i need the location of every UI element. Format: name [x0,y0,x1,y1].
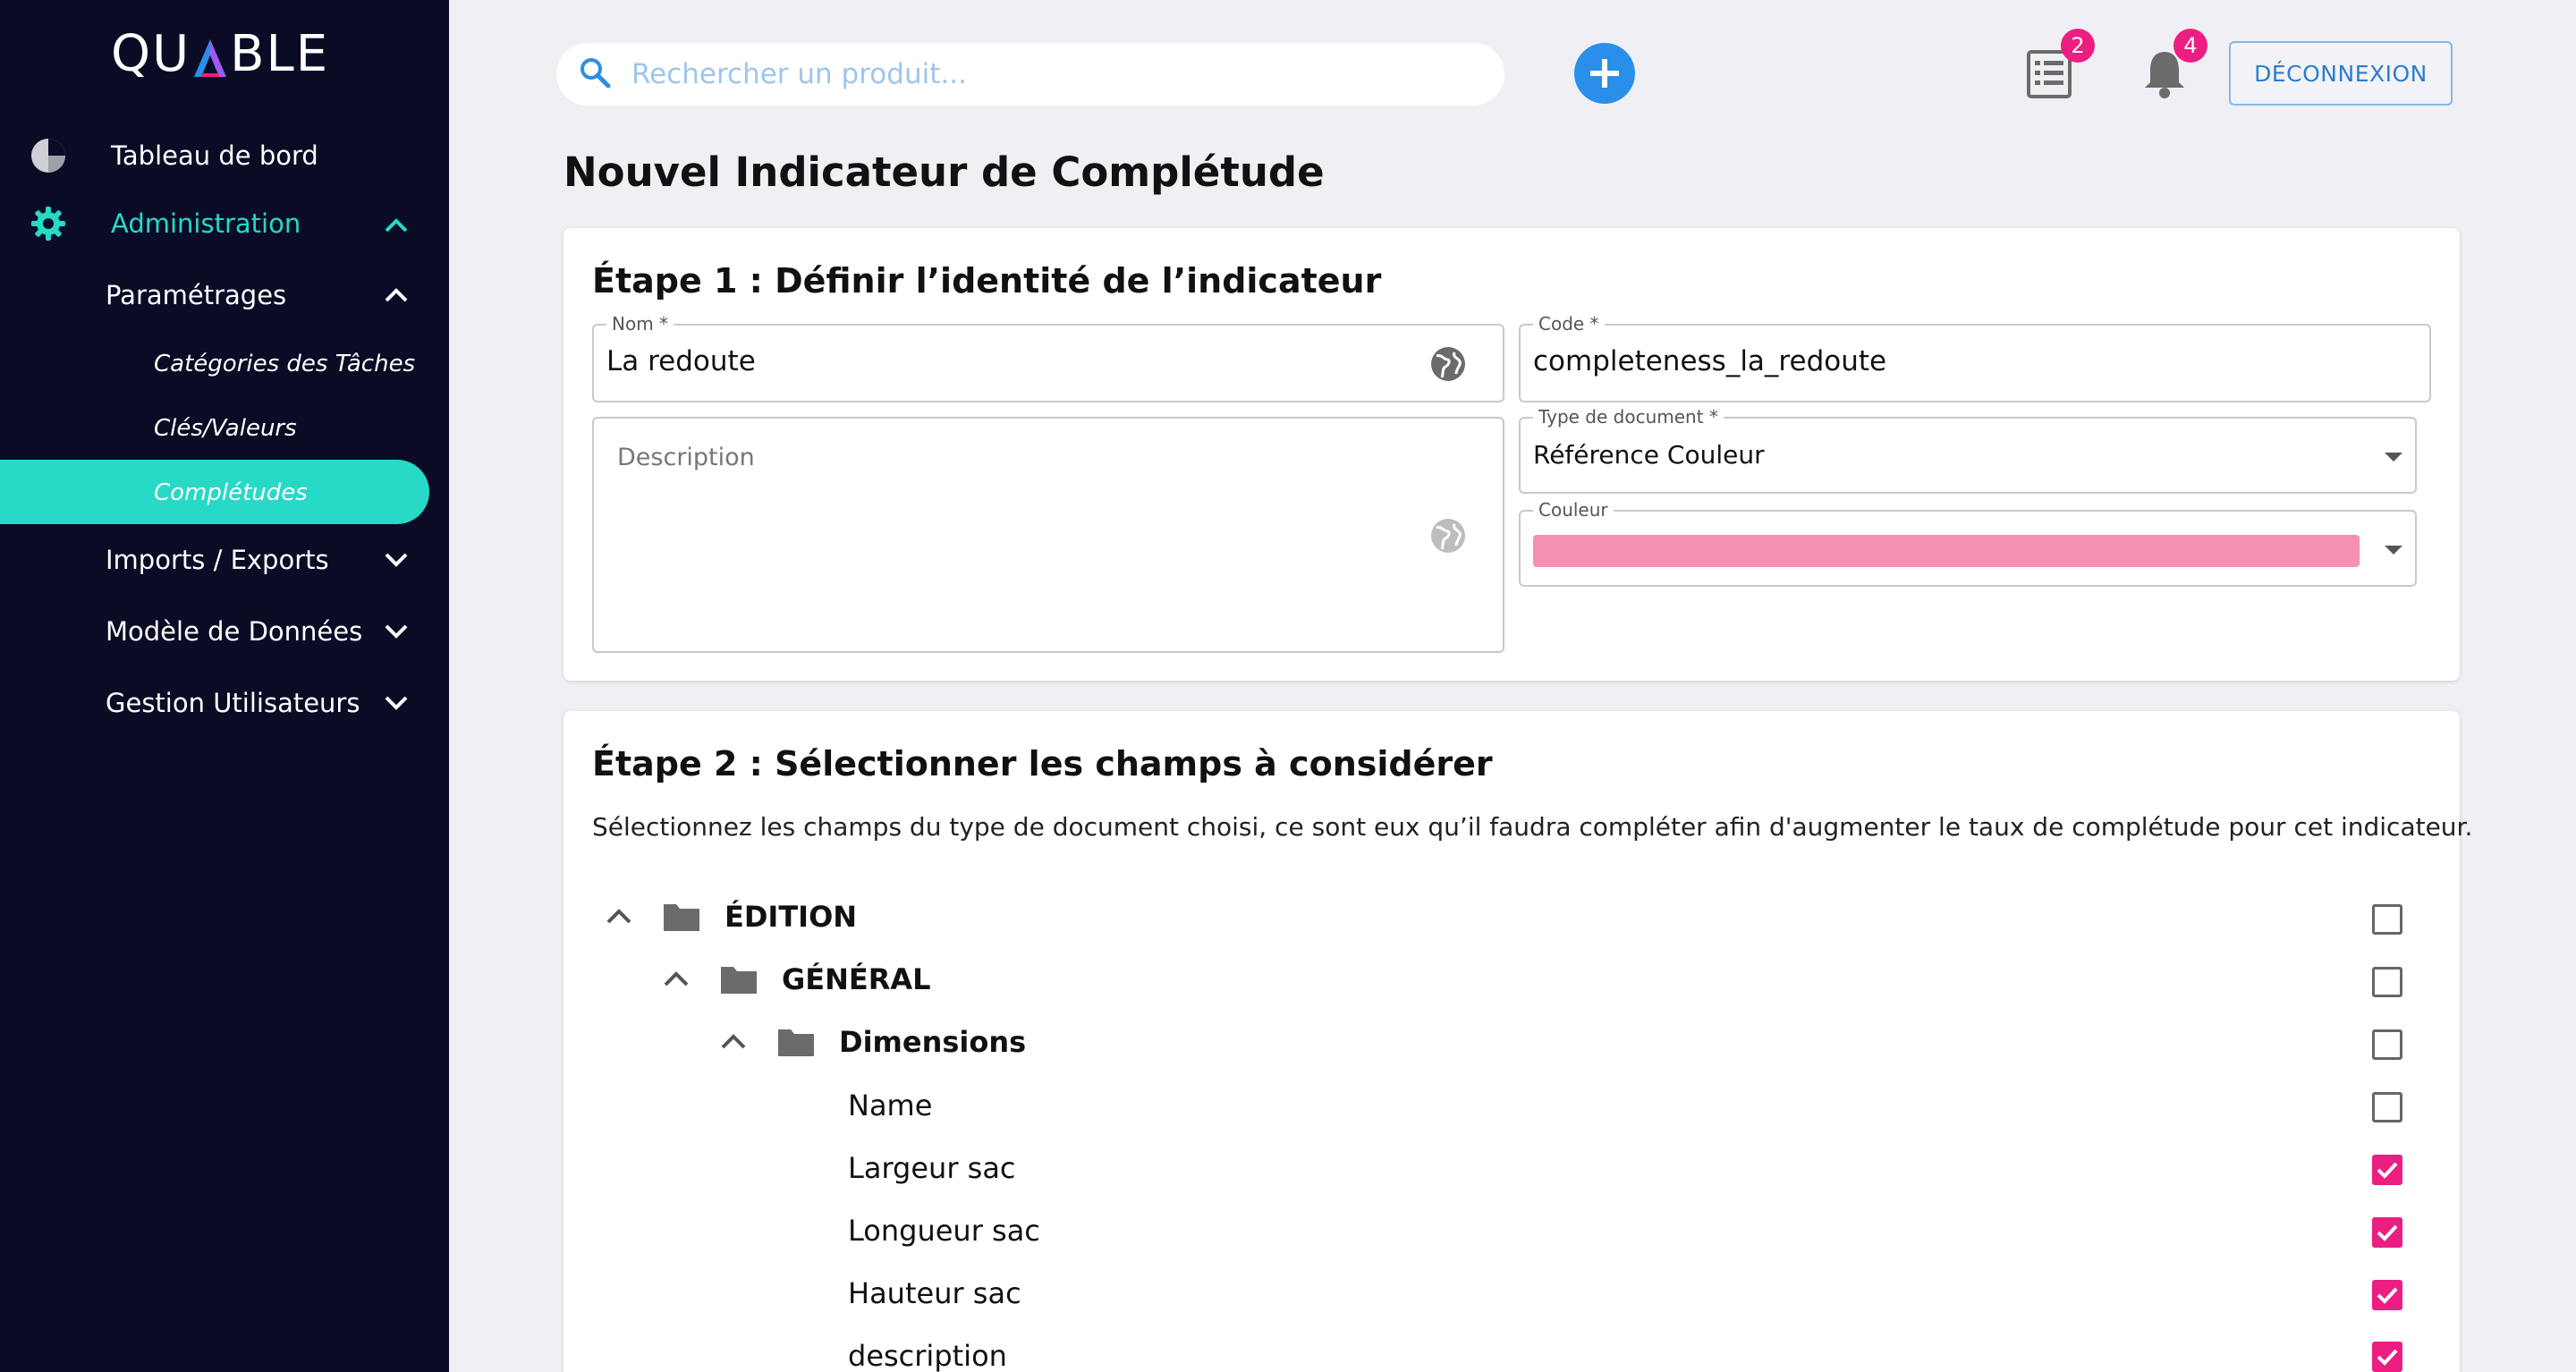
chevron-up-icon [606,909,631,924]
chevron-up-icon [721,1034,746,1049]
color-select[interactable]: Couleur [1519,499,2417,587]
checkbox-general[interactable] [2372,967,2402,997]
checkbox-dimensions[interactable] [2372,1029,2402,1060]
chevron-up-icon[interactable] [383,286,410,304]
checkbox-largeur-sac[interactable] [2372,1155,2402,1185]
checkbox-longueur-sac[interactable] [2372,1217,2402,1248]
tree-label: ÉDITION [724,900,858,934]
tree-label: description [848,1339,1007,1372]
document-type-select[interactable]: Type de document * Référence Couleur [1519,406,2417,494]
tree-row-hauteur[interactable]: Hauteur sac [848,1276,1021,1310]
step2-description: Sélectionnez les champs du type de docum… [592,812,2473,842]
nav-imports-exports[interactable]: Imports / Exports [106,545,329,575]
notifications-badge: 4 [2174,29,2207,63]
code-field[interactable]: Code * completeness_la_redoute [1519,313,2431,402]
plus-icon [1590,59,1619,88]
checkmark-icon [2377,1224,2398,1241]
checkbox-name[interactable] [2372,1092,2402,1122]
color-label: Couleur [1533,499,1614,521]
dropdown-caret-icon[interactable] [2385,546,2402,555]
tree-row-largeur[interactable]: Largeur sac [848,1151,1016,1185]
logo-a-mark [192,33,228,77]
add-button[interactable] [1574,43,1635,104]
gear-icon [30,206,66,241]
checkbox-description[interactable] [2372,1342,2402,1372]
tree-row-longueur[interactable]: Longueur sac [848,1214,1040,1248]
logout-button[interactable]: DÉCONNEXION [2229,41,2453,106]
dashboard-icon [30,138,66,174]
checkmark-icon [2377,1162,2398,1179]
name-input[interactable]: La redoute [606,345,756,377]
tree-row-name[interactable]: Name [848,1088,932,1122]
checkmark-icon [2377,1349,2398,1366]
quable-logo[interactable]: QU BLE [111,25,329,83]
code-label: Code * [1533,313,1605,335]
nav-settings[interactable]: Paramétrages [106,280,286,310]
nav-dashboard[interactable]: Tableau de bord [111,140,318,171]
nav-user-management[interactable]: Gestion Utilisateurs [106,688,360,718]
tree-row-dimensions[interactable]: Dimensions [717,1024,1026,1060]
description-input[interactable]: Description [617,444,755,471]
description-field[interactable]: Description [592,417,1504,653]
name-label: Nom * [606,313,674,335]
nav-administration[interactable]: Administration [111,208,301,239]
code-input[interactable]: completeness_la_redoute [1533,345,1886,377]
folder-icon [721,967,757,994]
tasks-badge: 2 [2061,29,2095,63]
tree-row-description[interactable]: description [848,1339,1007,1372]
globe-icon[interactable] [1429,517,1467,558]
nav-key-values[interactable]: Clés/Valeurs [154,415,297,442]
checkbox-hauteur-sac[interactable] [2372,1280,2402,1310]
tree-label: Largeur sac [848,1151,1016,1185]
checkmark-icon [2377,1287,2398,1304]
document-type-value: Référence Couleur [1533,440,1765,470]
globe-icon[interactable] [1429,345,1467,386]
tree-label: Name [848,1088,933,1122]
page-title: Nouvel Indicateur de Complétude [564,148,1325,196]
color-swatch [1533,535,2360,567]
search-input[interactable]: Rechercher un produit... [631,58,967,90]
tree-label: Longueur sac [848,1214,1040,1248]
chevron-down-icon[interactable] [383,694,410,712]
tree-label: Dimensions [839,1025,1027,1059]
chevron-up-icon [664,971,689,987]
search-bar[interactable]: Rechercher un produit... [556,43,1504,106]
document-type-label: Type de document * [1533,406,1724,428]
chevron-up-icon[interactable] [383,216,410,234]
nav-data-model[interactable]: Modèle de Données [106,616,362,647]
sidebar: QU BLE Tableau de bord Administration Pa… [0,0,449,1372]
chevron-down-icon[interactable] [383,622,410,640]
checkbox-edition[interactable] [2372,904,2402,935]
chevron-down-icon[interactable] [383,551,410,569]
nav-completeness[interactable]: Complétudes [154,479,308,506]
dropdown-caret-icon[interactable] [2385,453,2402,462]
name-field[interactable]: Nom * La redoute [592,313,1504,402]
tree-row-general[interactable]: GÉNÉRAL [660,961,931,997]
folder-icon [778,1029,814,1056]
tree-row-edition[interactable]: ÉDITION [603,899,857,935]
search-icon [578,55,612,93]
nav-task-categories[interactable]: Catégories des Tâches [154,351,415,377]
step2-title: Étape 2 : Sélectionner les champs à cons… [592,744,1493,783]
tree-label: Hauteur sac [848,1276,1021,1310]
step1-title: Étape 1 : Définir l’identité de l’indica… [592,261,1382,301]
tree-label: GÉNÉRAL [782,962,931,996]
folder-icon [664,904,699,931]
